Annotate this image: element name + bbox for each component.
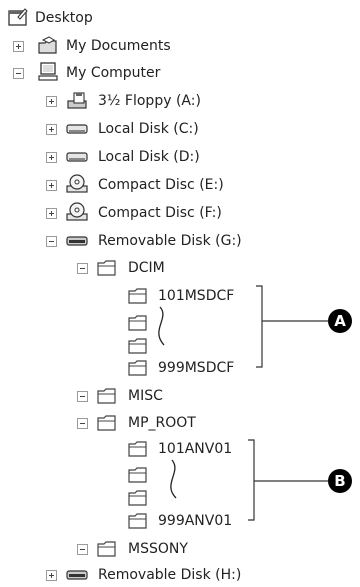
tree-item-compact-disc-e[interactable]: Compact Disc (E:) [0,173,360,197]
expand-toggle-icon[interactable] [46,152,57,163]
tree-item-label: DCIM [128,260,165,276]
folder-icon [128,467,147,483]
tree-item-floppy[interactable]: 3½ Floppy (A:) [0,89,360,113]
tree-item-local-disk-c[interactable]: Local Disk (C:) [0,117,360,141]
tree-item-label: 999MSDCF [158,360,235,376]
folder-icon [97,260,116,276]
folder-icon [128,338,147,354]
tree-item-removable-disk-g[interactable]: Removable Disk (G:) [0,229,360,253]
folder-icon [128,441,147,457]
folder-icon [128,490,147,506]
expand-toggle-icon[interactable] [46,570,57,581]
expand-toggle-icon[interactable] [13,41,24,52]
callout-badge-a: A [328,309,352,333]
tree-item-removable-disk-h[interactable]: Removable Disk (H:) [0,563,360,587]
tree-item-compact-disc-f[interactable]: Compact Disc (F:) [0,201,360,225]
documents-folder-icon [38,36,57,54]
tree-item-label: Local Disk (D:) [98,149,200,165]
tree-item-label: My Computer [66,65,161,81]
tree-item-999msdcf[interactable]: 999MSDCF [0,356,360,380]
tree-item-label: MSSONY [128,541,188,557]
callout-badge-b: B [328,469,352,493]
hard-disk-icon [66,124,88,134]
tree-item-label: 101MSDCF [158,288,235,304]
tree-item-dcim[interactable]: DCIM [0,256,360,280]
collapse-toggle-icon[interactable] [77,418,88,429]
tree-item-folder[interactable] [0,334,200,358]
tree-item-my-documents[interactable]: My Documents [0,34,360,58]
tree-item-101msdcf[interactable]: 101MSDCF [0,284,360,308]
tree-item-misc[interactable]: MISC [0,384,360,408]
tree-item-label: MISC [128,388,163,404]
tree-item-label: 3½ Floppy (A:) [98,93,201,109]
tree-item-folder[interactable] [0,486,200,510]
tree-item-label: Desktop [35,10,93,26]
cd-drive-icon [66,174,88,193]
removable-disk-icon [66,236,88,246]
expand-toggle-icon[interactable] [46,124,57,135]
folder-icon [97,541,116,557]
tree-item-folder[interactable] [0,311,200,335]
removable-disk-icon [66,570,88,580]
tree-item-101anv01[interactable]: 101ANV01 [0,437,360,461]
computer-icon [38,62,58,81]
tree-item-label: MP_ROOT [128,415,196,431]
collapse-toggle-icon[interactable] [46,236,57,247]
tree-item-label: Removable Disk (H:) [98,567,242,583]
folder-icon [97,388,116,404]
cd-drive-icon [66,202,88,221]
tree-item-label: Local Disk (C:) [98,121,199,137]
floppy-drive-icon [67,92,87,109]
expand-toggle-icon[interactable] [46,180,57,191]
collapse-toggle-icon[interactable] [77,263,88,274]
tree-item-label: Compact Disc (F:) [98,205,222,221]
folder-tree: Desktop My Documents My Computer 3½ Flop… [0,0,360,587]
collapse-toggle-icon[interactable] [13,68,24,79]
desktop-icon [8,8,28,26]
tree-item-desktop[interactable]: Desktop [0,6,360,30]
hard-disk-icon [66,152,88,162]
tree-item-999anv01[interactable]: 999ANV01 [0,509,360,533]
collapse-toggle-icon[interactable] [77,544,88,555]
tree-item-label: 999ANV01 [158,513,233,529]
expand-toggle-icon[interactable] [46,96,57,107]
tree-item-mssony[interactable]: MSSONY [0,537,360,561]
tree-item-mp-root[interactable]: MP_ROOT [0,411,360,435]
folder-icon [128,513,147,529]
tree-item-label: 101ANV01 [158,441,233,457]
tree-item-label: Compact Disc (E:) [98,177,224,193]
folder-icon [128,315,147,331]
folder-icon [128,288,147,304]
tree-item-folder[interactable] [0,463,200,487]
tree-item-local-disk-d[interactable]: Local Disk (D:) [0,145,360,169]
folder-icon [128,360,147,376]
folder-icon [97,415,116,431]
tree-item-my-computer[interactable]: My Computer [0,61,360,85]
tree-item-label: My Documents [66,38,171,54]
expand-toggle-icon[interactable] [46,208,57,219]
tree-item-label: Removable Disk (G:) [98,233,242,249]
collapse-toggle-icon[interactable] [77,391,88,402]
